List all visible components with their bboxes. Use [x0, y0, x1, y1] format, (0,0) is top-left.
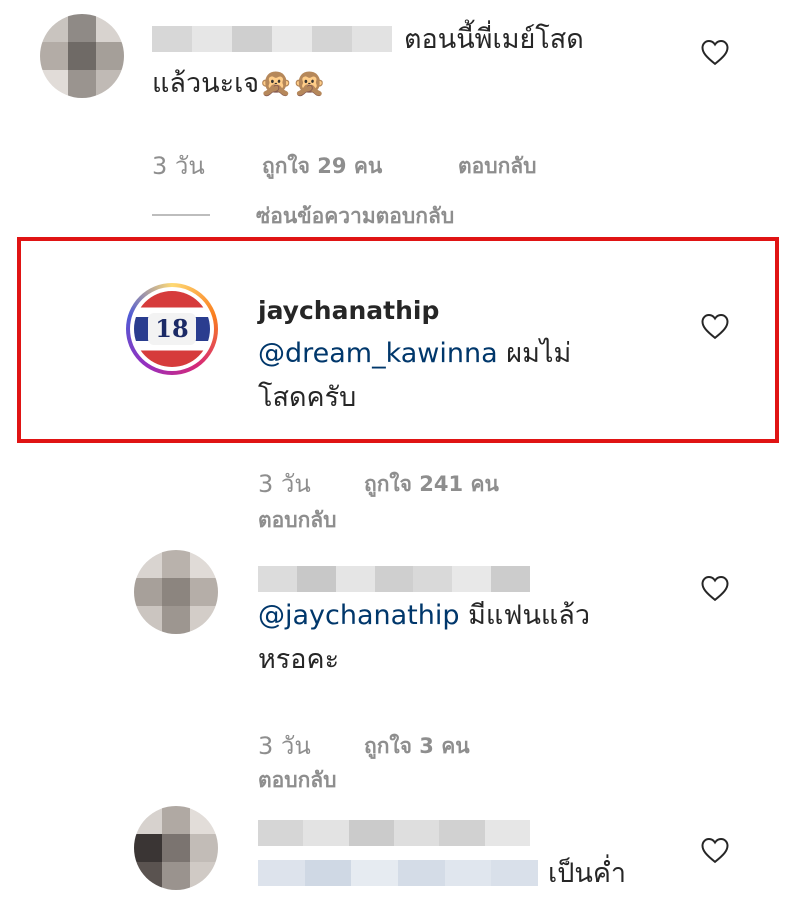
hide-replies-button[interactable]: ซ่อนข้อความตอบกลับ: [256, 200, 454, 233]
reply-button[interactable]: ตอบกลับ: [258, 504, 337, 537]
avatar-number: 18: [148, 313, 196, 345]
comment-text-line: หรอคะ: [258, 644, 340, 675]
monkey-emoji: 🙊🙊: [259, 68, 327, 99]
comment-text: ตอนนี้พี่เมย์โสด: [404, 24, 584, 55]
mention-link[interactable]: @jaychanathip: [258, 600, 460, 631]
comment-text: @jaychanathip มีแฟนแล้ว: [258, 596, 590, 636]
avatar: 18: [134, 291, 210, 367]
replies-divider: [152, 214, 210, 216]
heart-icon[interactable]: [700, 38, 730, 66]
like-count[interactable]: ถูกใจ 241 คน: [364, 468, 499, 501]
avatar-blurred[interactable]: [134, 550, 218, 634]
comment-text-line: มีแฟนแล้ว: [468, 600, 591, 631]
comment-text-line: โสดครับ: [258, 382, 357, 413]
comment-text: @dream_kawinna ผมไม่: [258, 334, 571, 374]
comment-time: 3 วัน: [258, 732, 311, 760]
comment-username[interactable]: jaychanathip: [258, 296, 439, 325]
like-count[interactable]: ถูกใจ 29 คน: [262, 150, 382, 183]
avatar-blurred[interactable]: [134, 806, 218, 890]
heart-icon[interactable]: [700, 574, 730, 602]
heart-icon[interactable]: [700, 836, 730, 864]
comment-text-blurred: [258, 860, 539, 886]
mention-link[interactable]: @dream_kawinna: [258, 338, 498, 369]
avatar-story-ring[interactable]: 18: [126, 283, 218, 375]
reply-button[interactable]: ตอบกลับ: [458, 150, 537, 183]
username-blurred[interactable]: [258, 566, 531, 592]
username-blurred[interactable]: [258, 820, 530, 846]
comment-text-line: เป็นค่ำ: [548, 858, 627, 889]
avatar-blurred[interactable]: [40, 14, 124, 98]
comment-time: 3 วัน: [258, 470, 311, 498]
reply-button[interactable]: ตอบกลับ: [258, 764, 337, 797]
heart-icon[interactable]: [700, 312, 730, 340]
comment-time: 3 วัน: [152, 152, 205, 180]
comment-text: แล้วนะเจ🙊🙊: [152, 64, 326, 104]
comment-text-line: ผมไม่: [506, 338, 572, 369]
username-blurred[interactable]: [152, 26, 392, 52]
like-count[interactable]: ถูกใจ 3 คน: [364, 730, 470, 763]
comment-text-line: แล้วนะเจ: [152, 68, 260, 99]
